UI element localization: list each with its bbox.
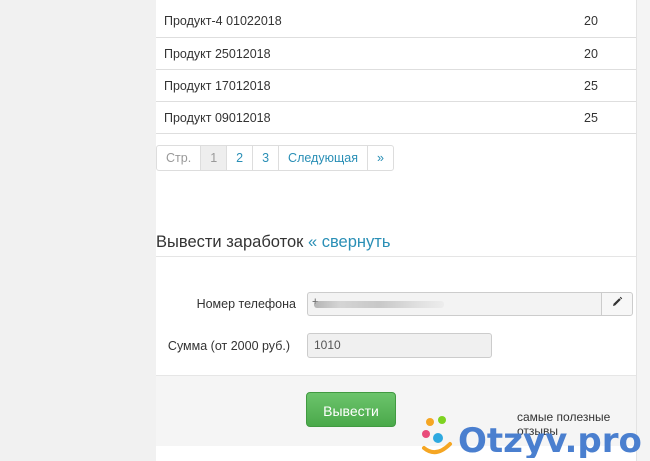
product-qty: 20: [584, 47, 598, 61]
edit-phone-button[interactable]: [601, 292, 633, 316]
logo-mark-icon: [422, 416, 452, 455]
product-qty: 25: [584, 111, 598, 125]
otzyv-logo: Otzyv.pro: [422, 416, 642, 458]
phone-input-extension: [457, 292, 601, 316]
product-name: Продукт 09012018: [164, 111, 271, 125]
phone-label: Номер телефона: [196, 297, 296, 311]
page-2-link[interactable]: 2: [226, 146, 252, 170]
content-panel: Продукт-4 01022018 20 Продукт 25012018 2…: [156, 0, 636, 461]
table-row: Продукт 17012018 25: [156, 70, 636, 102]
phone-field: +: [307, 292, 634, 316]
table-row: Продукт 09012018 25: [156, 102, 636, 134]
sum-label: Сумма (от 2000 руб.): [167, 339, 290, 353]
left-gutter: [0, 0, 156, 461]
collapse-link[interactable]: « свернуть: [308, 233, 390, 251]
withdraw-heading: Вывести заработок « свернуть: [156, 233, 390, 252]
product-name: Продукт-4 01022018: [164, 14, 282, 28]
svg-text:Otzyv.pro: Otzyv.pro: [458, 421, 642, 458]
next-page-link[interactable]: Следующая: [278, 146, 367, 170]
last-page-link[interactable]: »: [366, 146, 393, 170]
product-name: Продукт 25012018: [164, 47, 271, 61]
blurred-phone-number: [314, 301, 444, 308]
pagination: Стр. 1 2 3 Следующая »: [156, 145, 394, 171]
page-3-link[interactable]: 3: [252, 146, 278, 170]
pagination-label: Стр.: [166, 151, 192, 165]
sum-input[interactable]: 1010: [307, 333, 492, 358]
product-qty: 20: [584, 14, 598, 28]
withdraw-submit-button[interactable]: Вывести: [306, 392, 396, 427]
table-row: Продукт-4 01022018 20: [156, 5, 636, 38]
phone-input[interactable]: +: [307, 292, 457, 316]
right-edge: [636, 0, 650, 461]
divider: [156, 256, 636, 257]
product-qty: 25: [584, 79, 598, 93]
withdraw-title: Вывести заработок: [156, 233, 304, 251]
pencil-icon: [611, 295, 623, 313]
products-table: Продукт-4 01022018 20 Продукт 25012018 2…: [156, 5, 636, 134]
page-1-link[interactable]: 1: [200, 146, 227, 170]
product-name: Продукт 17012018: [164, 79, 271, 93]
table-row: Продукт 25012018 20: [156, 38, 636, 70]
